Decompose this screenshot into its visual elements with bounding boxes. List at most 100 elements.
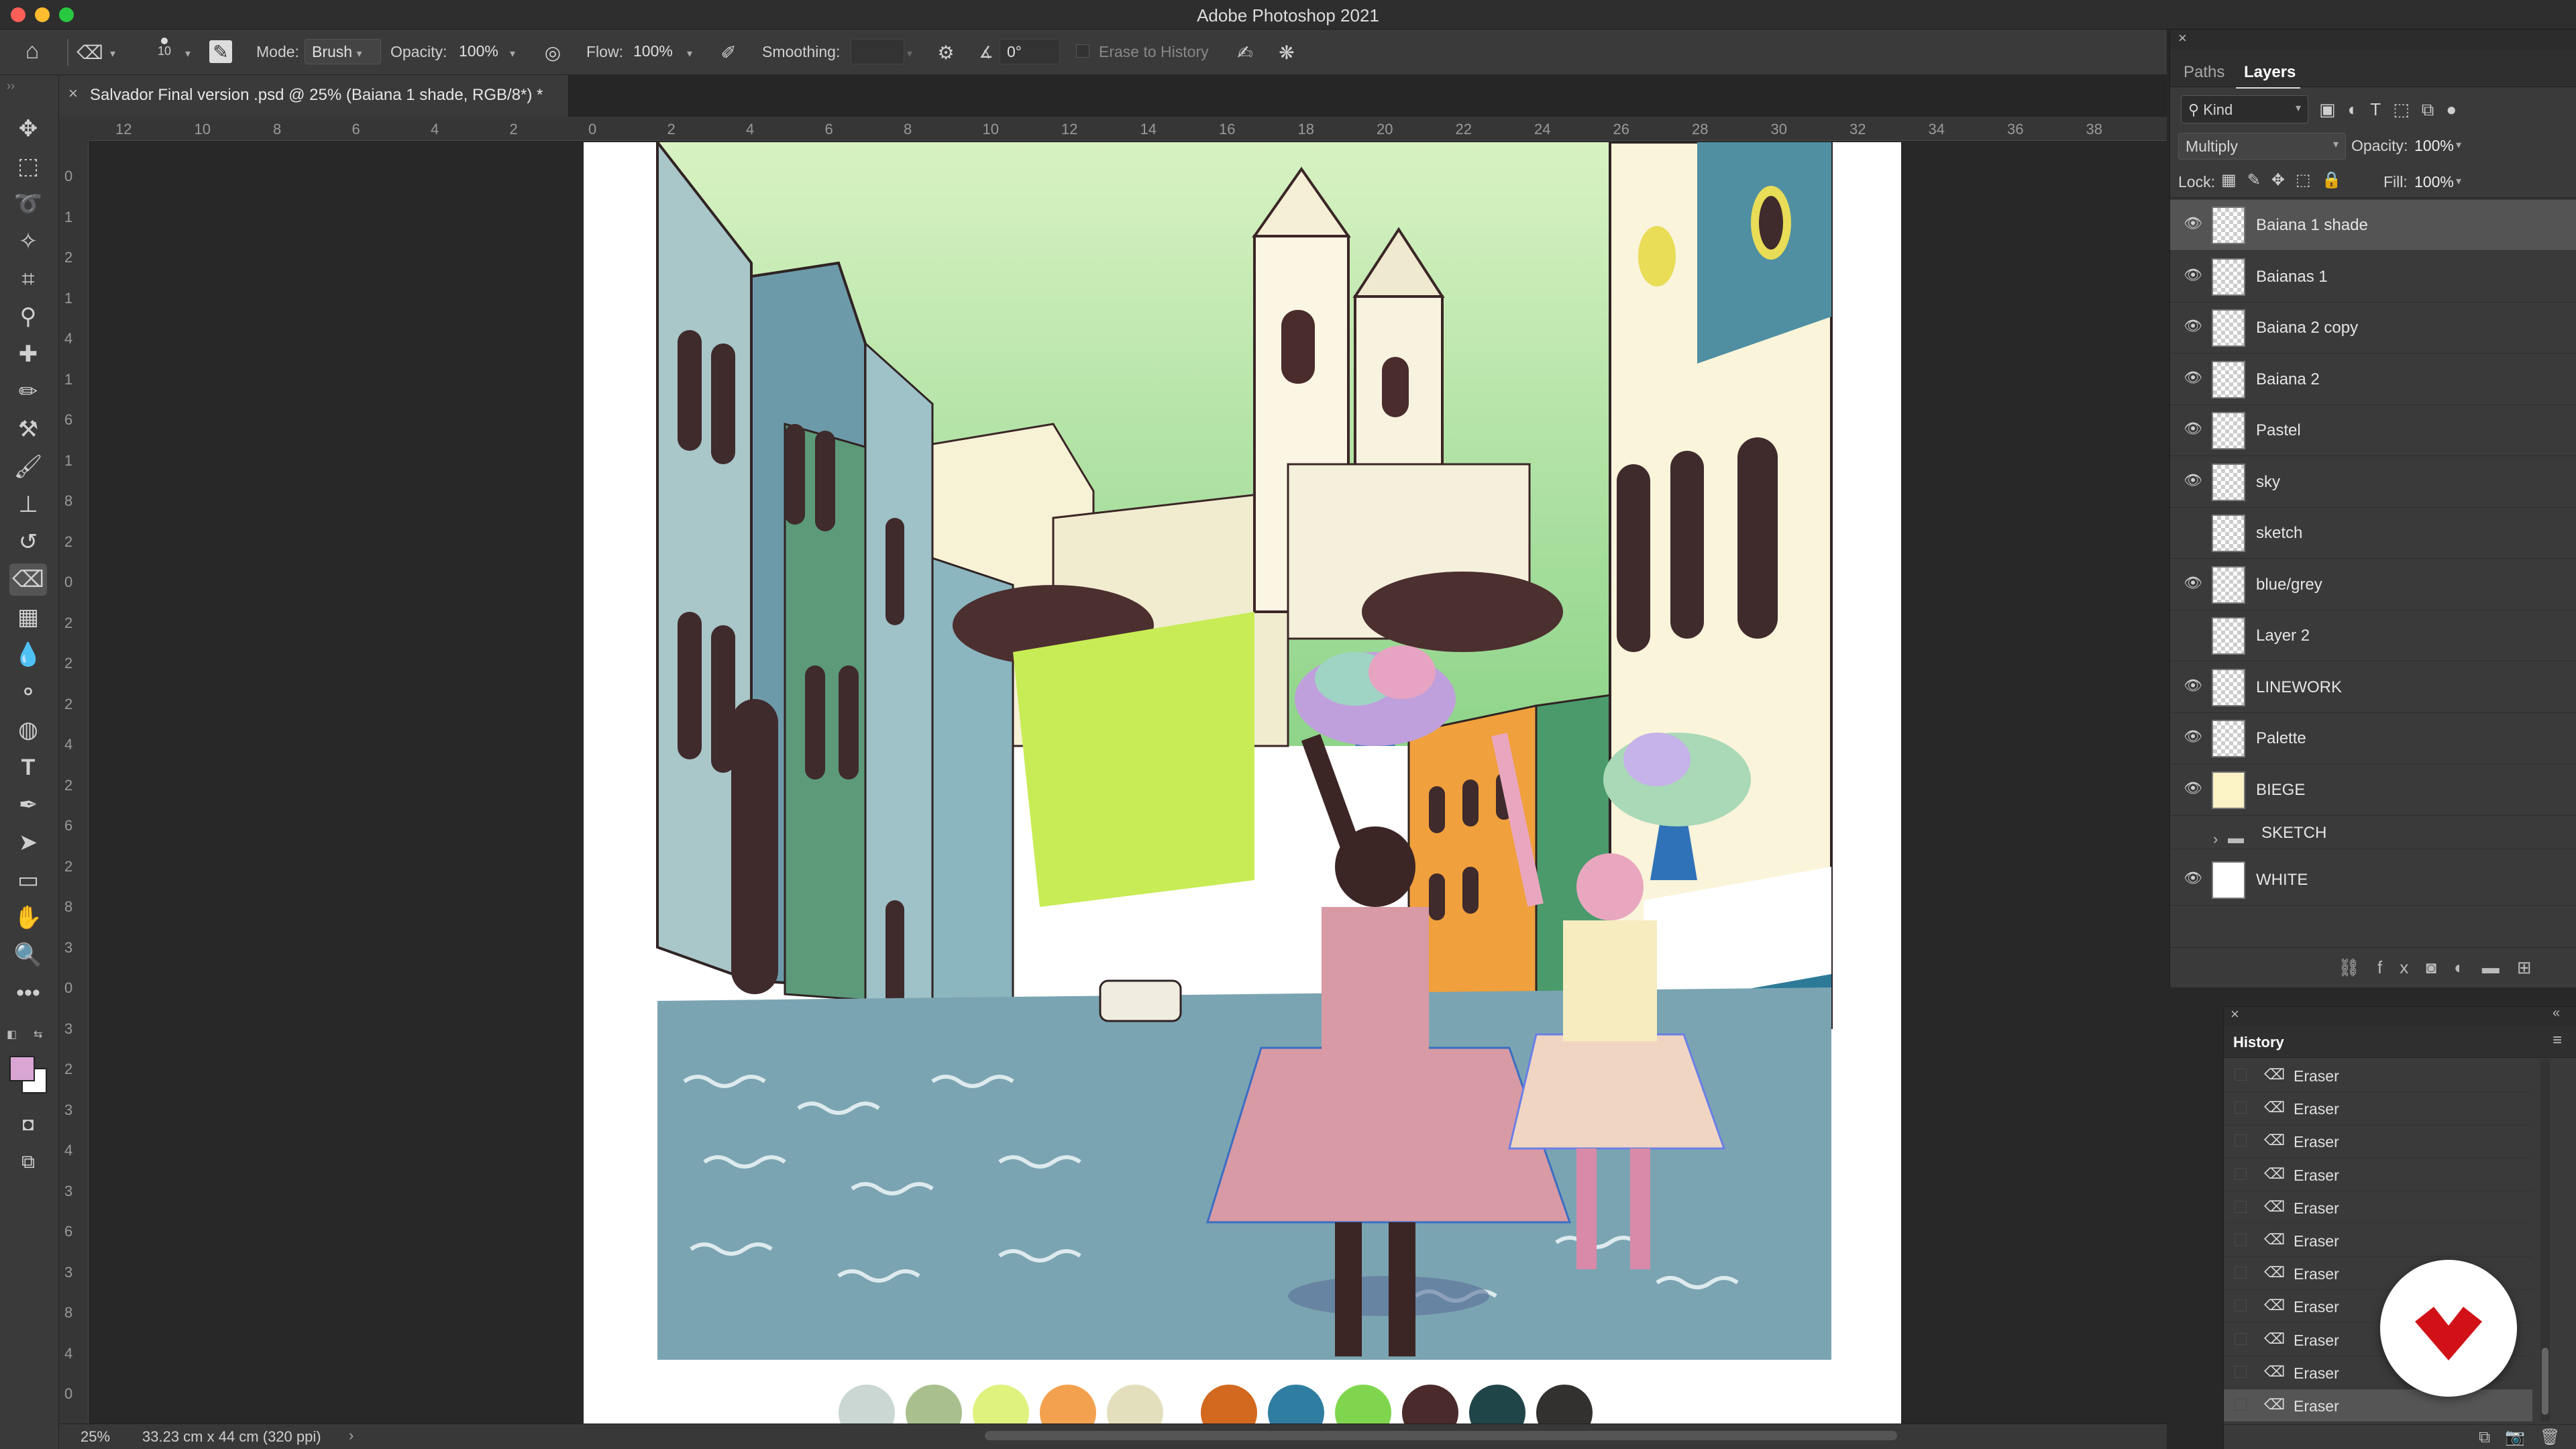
chevron-down-icon[interactable]: ▾	[2456, 138, 2461, 152]
mode-select[interactable]: Brush ▾	[305, 39, 381, 64]
eyedropper-tool-icon[interactable]: ⚲	[9, 301, 47, 333]
brush-settings-icon[interactable]: ✎	[209, 40, 232, 63]
lasso-tool-icon[interactable]: ➰	[9, 188, 47, 220]
layer-filter-select[interactable]: ⚲ Kind ▾	[2181, 95, 2308, 123]
eye-icon[interactable]: 👁	[2182, 420, 2204, 441]
default-colors-icon[interactable]: ◧	[7, 1028, 17, 1041]
layer-style-icon[interactable]: fx	[2377, 957, 2426, 977]
smoothing-input[interactable]	[851, 39, 904, 64]
horizontal-ruler[interactable]: 12 10 8 6 4 2 0 2 4 6 8 10 12 14 16 18 20 22 24 26 28 30 32 34 3…	[89, 117, 2167, 141]
dodge-tool-icon[interactable]: ⚬	[9, 676, 47, 708]
filter-toggle-icon[interactable]: ●	[2446, 99, 2469, 119]
fill-input[interactable]: 100%	[2414, 173, 2454, 191]
pressure-opacity-icon[interactable]: ◎	[541, 40, 565, 64]
gradient-tool-icon[interactable]: ▦	[9, 601, 47, 633]
history-source-checkbox[interactable]	[2235, 1267, 2247, 1279]
layer-row[interactable]: 👁 Baiana 2	[2170, 354, 2576, 405]
eye-hidden-icon[interactable]	[2182, 523, 2204, 544]
add-mask-icon[interactable]: ◙	[2426, 957, 2454, 977]
lock-transparency-icon[interactable]: ▦	[2221, 171, 2247, 189]
document-tab[interactable]: × Salvador Final version .psd @ 25% (Bai…	[59, 75, 569, 117]
magic-wand-tool-icon[interactable]: ✧	[9, 225, 47, 258]
history-source-checkbox[interactable]	[2235, 1299, 2247, 1312]
layer-opacity-input[interactable]: 100%	[2414, 137, 2454, 155]
layer-row[interactable]: 👁 Palette	[2170, 713, 2576, 764]
history-state[interactable]: ⌫ Eraser	[2224, 1125, 2532, 1159]
eye-hidden-icon[interactable]	[2182, 830, 2204, 852]
filter-pixel-icon[interactable]: ▣	[2319, 99, 2348, 119]
path-selection-tool-icon[interactable]: ➤	[9, 826, 47, 859]
collapse-toolbar-icon[interactable]: ››	[7, 79, 15, 93]
close-panel-icon[interactable]: ×	[2178, 30, 2187, 47]
history-state[interactable]: ⌫ Eraser	[2224, 1092, 2532, 1126]
clone-stamp-tool-icon[interactable]: ⚒	[9, 413, 47, 445]
eye-icon[interactable]: 👁	[2182, 677, 2204, 698]
airbrush-icon[interactable]: ✐	[716, 40, 741, 64]
pressure-size-icon[interactable]: ✍	[1233, 40, 1257, 64]
history-brush-tool-icon[interactable]: ↺	[9, 526, 47, 558]
history-source-checkbox[interactable]	[2235, 1365, 2247, 1378]
history-source-checkbox[interactable]	[2235, 1234, 2247, 1246]
eye-icon[interactable]: 👁	[2182, 266, 2204, 288]
filter-smart-object-icon[interactable]: ⧉	[2422, 99, 2447, 119]
new-group-icon[interactable]: ▬	[2482, 957, 2517, 977]
panel-menu-icon[interactable]: ≡	[2553, 1031, 2562, 1050]
eye-icon[interactable]: 👁	[2182, 317, 2204, 339]
lock-artboard-icon[interactable]: ⬚	[2296, 171, 2322, 189]
history-scrollbar[interactable]	[2540, 1059, 2550, 1421]
layer-row[interactable]: sketch	[2170, 508, 2576, 559]
close-tab-icon[interactable]: ×	[68, 85, 78, 103]
chevron-down-icon[interactable]: ▾	[907, 47, 912, 60]
history-source-checkbox[interactable]	[2235, 1069, 2247, 1081]
eye-icon[interactable]: 👁	[2182, 215, 2204, 236]
layer-row[interactable]: 👁 sky	[2170, 457, 2576, 508]
blur-tool-icon[interactable]: 💧	[9, 639, 47, 671]
eye-icon[interactable]: 👁	[2182, 369, 2204, 390]
swap-colors-icon[interactable]: ⇆	[34, 1028, 42, 1041]
layer-row[interactable]: 👁 Pastel	[2170, 405, 2576, 456]
opacity-input[interactable]: 100%	[452, 39, 503, 64]
zoom-level[interactable]: 25%	[80, 1428, 110, 1446]
lock-pixels-icon[interactable]: ✎	[2247, 171, 2271, 189]
zoom-tool-icon[interactable]: 🔍	[9, 939, 47, 971]
quick-mask-icon[interactable]: ◘	[9, 1108, 47, 1140]
lock-all-icon[interactable]: 🔒	[2322, 171, 2353, 189]
layer-row[interactable]: 👁 WHITE	[2170, 855, 2576, 906]
chevron-down-icon[interactable]: ▾	[510, 47, 515, 60]
tab-history[interactable]: History	[2233, 1034, 2284, 1051]
link-layers-icon[interactable]: ⛓	[2338, 957, 2377, 977]
marquee-tool-icon[interactable]: ⬚	[9, 150, 47, 182]
document-canvas[interactable]	[584, 142, 1901, 1424]
adjustment-layer-icon[interactable]: ◐	[2454, 957, 2482, 977]
symmetry-icon[interactable]: ❋	[1275, 40, 1299, 64]
history-source-checkbox[interactable]	[2235, 1399, 2247, 1411]
hand-tool-icon[interactable]: ✋	[9, 902, 47, 934]
eye-icon[interactable]: 👁	[2182, 574, 2204, 596]
brush-tool-icon[interactable]: 🖌	[9, 451, 47, 483]
new-document-from-state-icon[interactable]: ⧉	[2479, 1428, 2505, 1446]
chevron-right-icon[interactable]: ›	[349, 1427, 354, 1444]
chevron-down-icon[interactable]: ▾	[185, 47, 191, 60]
filter-adjustment-icon[interactable]: ◐	[2348, 99, 2371, 119]
pencil-tool-icon[interactable]: ✏	[9, 376, 47, 408]
layer-row[interactable]: 👁 BIEGE	[2170, 765, 2576, 816]
eye-icon[interactable]: 👁	[2182, 780, 2204, 801]
filter-type-icon[interactable]: T	[2370, 99, 2393, 119]
chevron-right-icon[interactable]: ›	[2213, 830, 2218, 848]
move-tool-icon[interactable]: ✥	[9, 113, 47, 145]
screen-mode-icon[interactable]: ⧉	[9, 1146, 47, 1178]
history-source-checkbox[interactable]	[2235, 1167, 2247, 1180]
history-source-checkbox[interactable]	[2235, 1200, 2247, 1213]
chevron-down-icon[interactable]: ▾	[2456, 174, 2461, 188]
trash-icon[interactable]: 🗑	[2540, 1428, 2575, 1446]
gear-icon[interactable]: ⚙	[934, 40, 958, 64]
layer-row[interactable]: 👁 blue/grey	[2170, 559, 2576, 610]
vertical-ruler[interactable]: 0 1 2 1 4 1 6 1 8 2 0 2 2 2 4 2 6 2 8 3 0 3 2 3 4 3 6 3 8 4 0	[59, 141, 89, 1424]
stamp-tool-icon[interactable]: ⊥	[9, 488, 47, 521]
collapse-panel-icon[interactable]: «	[2553, 1006, 2560, 1021]
eye-icon[interactable]: 👁	[2182, 728, 2204, 749]
snapshot-icon[interactable]: 📷	[2505, 1428, 2540, 1446]
pen-tool-icon[interactable]: ✒	[9, 789, 47, 821]
brush-size-picker[interactable]: 10	[153, 38, 176, 58]
more-tools-icon[interactable]: •••	[9, 977, 47, 1009]
